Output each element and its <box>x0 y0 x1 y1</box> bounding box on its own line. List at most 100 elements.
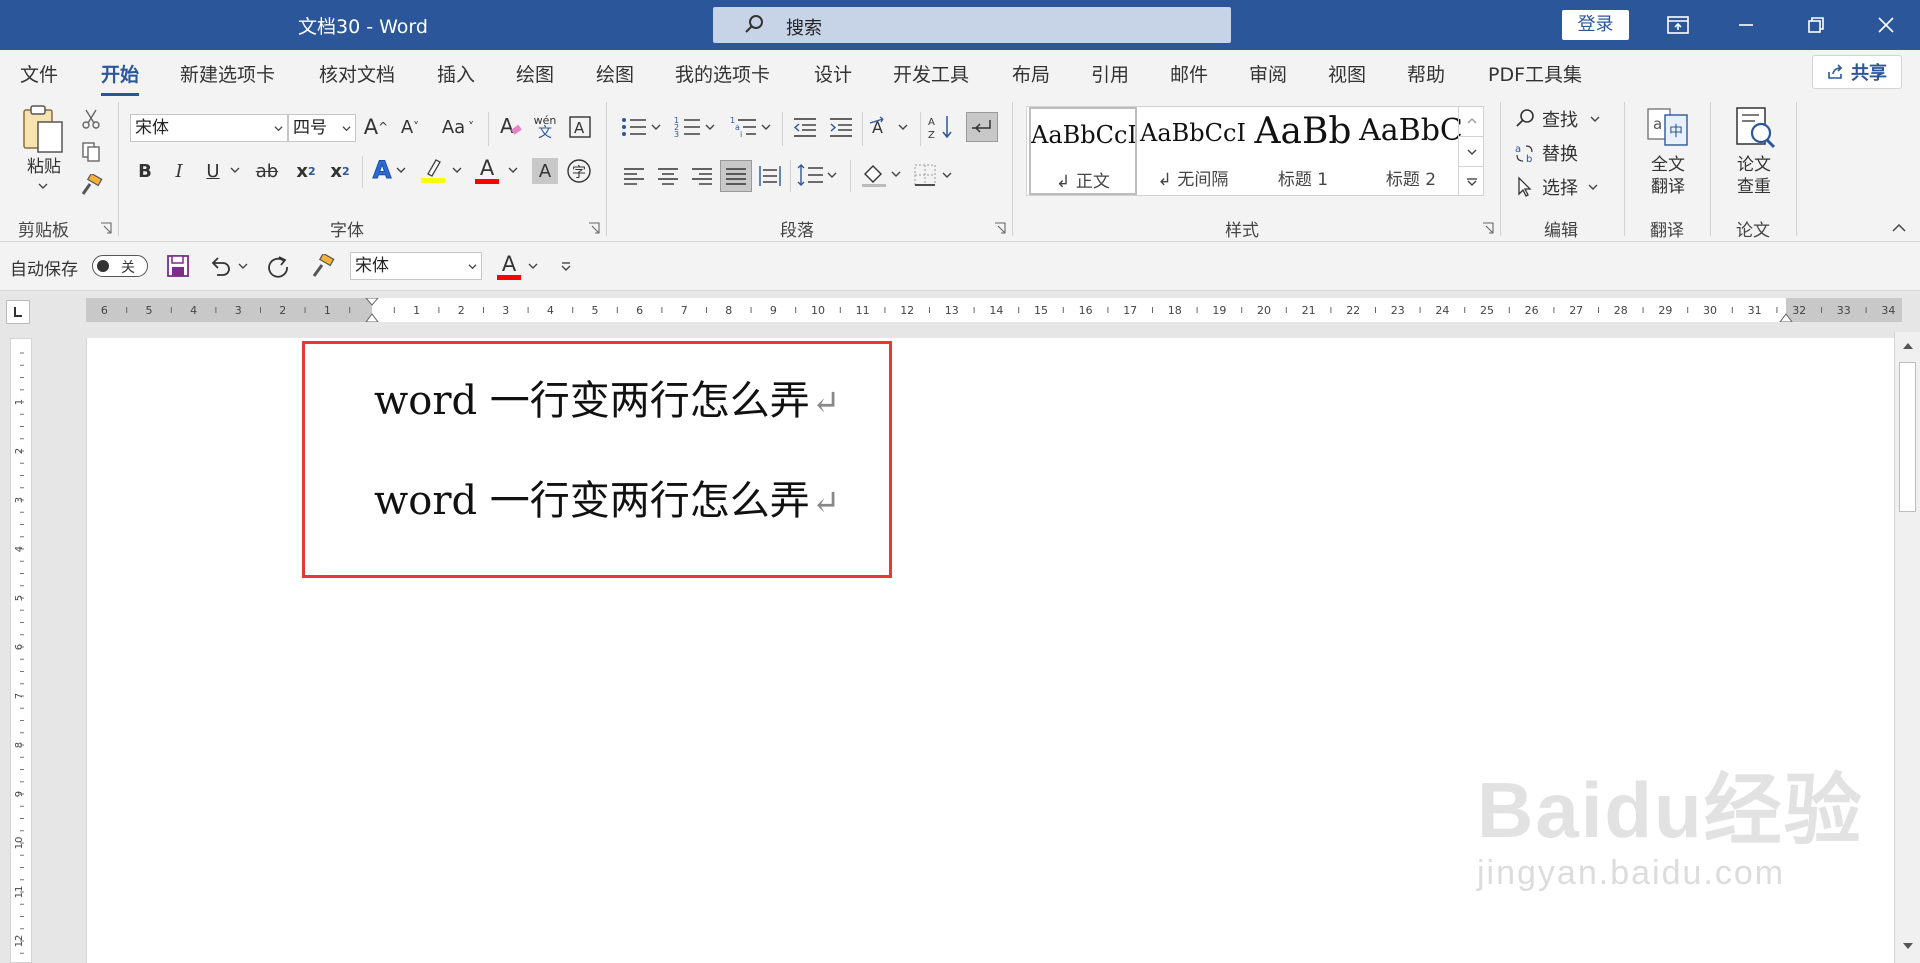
tab-layout[interactable]: 布局 <box>1012 60 1050 87</box>
close-button[interactable] <box>1856 0 1916 50</box>
line-spacing-button[interactable] <box>796 160 842 190</box>
collapse-ribbon-button[interactable] <box>1888 220 1910 236</box>
font-color-button[interactable]: A <box>472 154 502 186</box>
replace-button[interactable]: ab 替换 <box>1514 138 1614 168</box>
paste-button[interactable] <box>18 104 68 154</box>
tab-draw-1[interactable]: 绘图 <box>516 60 554 87</box>
highlight-button[interactable] <box>418 154 448 186</box>
tab-file[interactable]: 文件 <box>20 60 58 87</box>
gallery-scroll-down[interactable] <box>1458 136 1484 166</box>
font-name-combo[interactable]: 宋体 <box>130 114 288 142</box>
change-case-button[interactable]: Aa ˅ <box>436 112 480 142</box>
tab-developer[interactable]: 开发工具 <box>893 60 969 87</box>
underline-button[interactable]: U <box>200 156 226 186</box>
style-no-spacing[interactable]: AaBbCcI ↲ 无间隔 <box>1139 107 1247 195</box>
shading-button[interactable] <box>860 160 906 190</box>
bold-button[interactable]: B <box>132 156 158 186</box>
paragraph-1[interactable]: word 一行变两行怎么弄↵ <box>374 368 840 426</box>
redo-button[interactable] <box>264 252 292 280</box>
subscript-button[interactable]: x2 <box>292 156 320 186</box>
font-color-dropdown[interactable] <box>506 162 520 178</box>
indent-marker[interactable] <box>365 298 379 322</box>
multilevel-list-button[interactable]: 1ai <box>728 112 776 142</box>
tab-check-document[interactable]: 核对文档 <box>319 60 395 87</box>
text-effects-button[interactable]: A <box>368 154 396 186</box>
document-page[interactable]: word 一行变两行怎么弄↵ word 一行变两行怎么弄↵ Baidu经验 ji… <box>86 338 1894 963</box>
gallery-more-button[interactable] <box>1458 166 1484 196</box>
tab-my-tab[interactable]: 我的选项卡 <box>675 60 770 87</box>
style-heading-2[interactable]: AaBbC 标题 2 <box>1357 107 1465 195</box>
align-right-button[interactable] <box>688 162 716 190</box>
align-left-button[interactable] <box>620 162 648 190</box>
scroll-up-icon[interactable] <box>1902 342 1914 350</box>
undo-dropdown[interactable] <box>236 258 250 274</box>
text-effects-dropdown[interactable] <box>394 162 408 178</box>
numbering-button[interactable]: 123 <box>672 112 720 142</box>
dialog-launcher-icon[interactable] <box>994 222 1006 234</box>
dialog-launcher-icon[interactable] <box>100 222 112 234</box>
ribbon-display-options-button[interactable] <box>1648 0 1708 50</box>
tab-design[interactable]: 设计 <box>814 60 852 87</box>
tab-references[interactable]: 引用 <box>1091 60 1129 87</box>
qat-font-color-dropdown[interactable] <box>526 258 540 274</box>
qat-format-painter-button[interactable] <box>308 252 336 280</box>
character-shading-button[interactable]: A <box>532 158 558 184</box>
clear-formatting-button[interactable]: A <box>496 112 526 142</box>
decrease-indent-button[interactable] <box>790 112 820 142</box>
gallery-scroll-up[interactable] <box>1458 106 1484 136</box>
customize-qat-button[interactable] <box>558 256 574 276</box>
bullets-button[interactable] <box>618 112 666 142</box>
restore-button[interactable] <box>1786 0 1846 50</box>
highlight-dropdown[interactable] <box>450 162 464 178</box>
style-heading-1[interactable]: AaBb 标题 1 <box>1249 107 1357 195</box>
minimize-button[interactable] <box>1716 0 1776 50</box>
vertical-ruler[interactable]: 1 2 3 4 5 6 7 8 9 10 11 12 <box>10 338 32 963</box>
full-text-translate-button[interactable]: a中 <box>1644 104 1692 152</box>
underline-dropdown[interactable] <box>228 162 242 178</box>
distributed-button[interactable] <box>756 162 784 190</box>
increase-indent-button[interactable] <box>826 112 856 142</box>
tab-insert[interactable]: 插入 <box>437 60 475 87</box>
shrink-font-button[interactable]: A ˅ <box>396 112 424 142</box>
undo-button[interactable] <box>206 252 234 280</box>
login-button[interactable]: 登录 <box>1562 10 1629 40</box>
autosave-toggle[interactable]: 关 <box>92 255 148 277</box>
borders-button[interactable] <box>912 160 958 190</box>
tab-new-tab[interactable]: 新建选项卡 <box>180 60 275 87</box>
tab-home[interactable]: 开始 <box>101 60 140 96</box>
style-normal[interactable]: AaBbCcI ↲ 正文 <box>1029 107 1137 195</box>
superscript-button[interactable]: x2 <box>326 156 354 186</box>
tab-review[interactable]: 审阅 <box>1249 60 1287 87</box>
grow-font-button[interactable]: A ^ <box>362 112 390 142</box>
share-button[interactable]: 共享 <box>1812 55 1902 89</box>
paragraph-2[interactable]: word 一行变两行怎么弄↵ <box>374 468 840 526</box>
cut-button[interactable] <box>78 106 104 132</box>
tab-view[interactable]: 视图 <box>1328 60 1366 87</box>
italic-button[interactable]: I <box>166 156 192 186</box>
scrollbar-thumb[interactable] <box>1899 362 1916 512</box>
search-box[interactable]: 搜索 <box>713 7 1231 43</box>
vertical-scrollbar[interactable] <box>1894 332 1920 963</box>
qat-font-color-button[interactable]: A <box>494 250 524 282</box>
tab-mailings[interactable]: 邮件 <box>1170 60 1208 87</box>
find-button[interactable]: 查找 <box>1514 104 1614 134</box>
strikethrough-button[interactable]: ab <box>252 156 282 186</box>
character-border-button[interactable]: A <box>566 112 594 142</box>
copy-button[interactable] <box>78 139 104 165</box>
phonetic-guide-button[interactable]: wén 文 <box>530 110 560 144</box>
show-hide-marks-button[interactable] <box>966 112 998 142</box>
tab-selector[interactable] <box>6 300 30 324</box>
qat-font-combo[interactable]: 宋体 <box>350 252 482 280</box>
tab-help[interactable]: 帮助 <box>1407 60 1445 87</box>
right-indent-marker[interactable] <box>1779 313 1793 322</box>
dialog-launcher-icon[interactable] <box>1482 222 1494 234</box>
horizontal-ruler[interactable]: 6 5 4 3 2 1 1 2 3 4 5 6 7 8 9 10 11 12 13 14 15 16 17 18 19 20 21 2… <box>86 298 1902 322</box>
paste-dropdown[interactable] <box>36 180 50 192</box>
align-center-button[interactable] <box>654 162 682 190</box>
save-button[interactable] <box>164 252 192 280</box>
enclose-characters-button[interactable]: 字 <box>564 156 594 186</box>
format-painter-button[interactable] <box>78 172 104 198</box>
select-button[interactable]: 选择 <box>1514 172 1614 202</box>
chinese-layout-button[interactable]: A <box>868 112 914 142</box>
paper-check-button[interactable] <box>1730 104 1778 152</box>
